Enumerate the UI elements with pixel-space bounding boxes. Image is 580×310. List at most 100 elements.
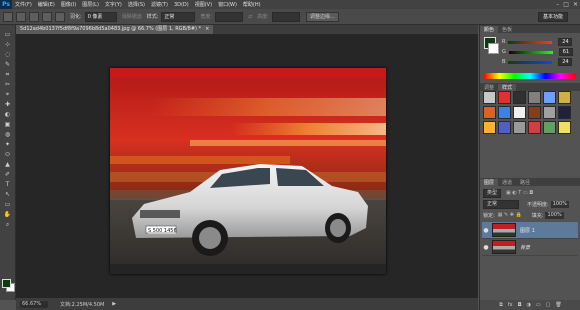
style-swatch[interactable] xyxy=(498,106,511,119)
green-slider[interactable]: G 61 xyxy=(502,48,576,56)
tab-adjustments[interactable]: 调整 xyxy=(480,84,498,91)
menu-3d[interactable]: 3D(D) xyxy=(171,2,192,8)
delete-icon[interactable]: 🗑 xyxy=(555,302,561,308)
link-icon[interactable]: ⧉ xyxy=(499,302,503,308)
style-swatch[interactable] xyxy=(483,91,496,104)
tab-styles[interactable]: 样式 xyxy=(498,83,517,91)
swap-icon[interactable]: ⇄ xyxy=(248,14,252,20)
height-input[interactable] xyxy=(271,11,300,22)
menu-type[interactable]: 文字(Y) xyxy=(102,1,125,8)
quick-select-tool-icon[interactable]: ✎ xyxy=(3,61,12,68)
healing-tool-icon[interactable]: ✚ xyxy=(3,101,12,108)
layer-row-layer1[interactable]: ● 图层 1 xyxy=(482,222,578,239)
blue-track[interactable] xyxy=(508,60,553,64)
green-track[interactable] xyxy=(508,50,553,54)
maximize-button[interactable]: □ xyxy=(563,1,569,8)
tab-channels[interactable]: 通道 xyxy=(498,179,516,186)
status-arrow-icon[interactable]: ▶ xyxy=(112,301,116,307)
marquee-tool-icon[interactable] xyxy=(3,11,13,22)
close-button[interactable]: ✕ xyxy=(573,1,578,8)
stamp-tool-icon[interactable]: ▣ xyxy=(3,121,12,128)
history-brush-tool-icon[interactable]: ◍ xyxy=(3,131,12,138)
blur-tool-icon[interactable]: ▲ xyxy=(3,161,12,168)
style-swatch[interactable] xyxy=(528,121,541,134)
layer-row-background[interactable]: ● 背景 xyxy=(482,239,578,256)
canvas-area[interactable]: S 500 1456 xyxy=(16,34,478,298)
green-value[interactable]: 61 xyxy=(558,48,573,56)
dodge-tool-icon[interactable]: ✐ xyxy=(3,171,12,178)
red-value[interactable]: 24 xyxy=(558,38,573,46)
layer-name[interactable]: 背景 xyxy=(520,244,530,251)
menu-file[interactable]: 文件(F) xyxy=(12,1,35,8)
menu-select[interactable]: 选择(S) xyxy=(125,1,148,8)
marquee-tool-icon[interactable]: ⊹ xyxy=(3,41,12,48)
workspace-select[interactable]: 基本功能 xyxy=(537,12,568,22)
slice-tool-icon[interactable]: ✂ xyxy=(3,81,12,88)
style-swatch[interactable] xyxy=(543,91,556,104)
red-track[interactable] xyxy=(508,40,553,44)
blend-mode-select[interactable]: 正常 xyxy=(483,199,519,209)
filter-icons[interactable]: ▣ ◐ T ▭ ◘ xyxy=(506,190,533,196)
add-selection-icon[interactable] xyxy=(29,11,39,22)
style-swatch[interactable] xyxy=(528,106,541,119)
mask-icon[interactable]: ◘ xyxy=(518,302,522,308)
tab-close-icon[interactable]: × xyxy=(205,25,209,34)
eye-icon[interactable]: ● xyxy=(482,227,490,234)
menu-image[interactable]: 图像(I) xyxy=(58,1,79,8)
move-tool-icon[interactable]: ▭ xyxy=(3,31,12,38)
red-slider[interactable]: R 24 xyxy=(502,38,576,46)
tab-layers[interactable]: 图层 xyxy=(480,178,499,186)
eyedropper-tool-icon[interactable]: ⌖ xyxy=(3,91,12,98)
opacity-input[interactable]: 100% xyxy=(550,200,569,208)
new-selection-icon[interactable] xyxy=(16,11,26,22)
style-swatch[interactable] xyxy=(558,106,571,119)
refine-edge-button[interactable]: 调整边缘... xyxy=(305,11,339,22)
style-swatch[interactable] xyxy=(513,121,526,134)
tab-color[interactable]: 颜色 xyxy=(480,25,499,33)
feather-input[interactable]: 0 像素 xyxy=(84,11,117,22)
style-swatch[interactable] xyxy=(513,91,526,104)
gradient-tool-icon[interactable]: ⬭ xyxy=(3,151,12,158)
style-swatch[interactable] xyxy=(543,121,556,134)
lasso-tool-icon[interactable]: ◌ xyxy=(3,51,12,58)
menu-view[interactable]: 视图(V) xyxy=(192,1,215,8)
tab-swatches[interactable]: 色板 xyxy=(498,26,516,33)
document-tab[interactable]: 5d12ad4b0137f5df8f9a7096b8d5a0483.jpg @ … xyxy=(16,25,214,34)
lock-icons[interactable]: ▦ ✎ ✚ 🔒 xyxy=(498,212,522,218)
style-swatch[interactable] xyxy=(528,91,541,104)
menu-edit[interactable]: 编辑(E) xyxy=(35,1,58,8)
layer-kind-filter[interactable]: 类型 xyxy=(483,188,502,198)
style-swatch[interactable] xyxy=(558,121,571,134)
document-image[interactable]: S 500 1456 xyxy=(110,68,386,274)
new-layer-icon[interactable]: ▢ xyxy=(546,302,551,308)
minimize-button[interactable]: – xyxy=(556,1,559,8)
brush-tool-icon[interactable]: ◐ xyxy=(3,111,12,118)
menu-window[interactable]: 窗口(W) xyxy=(215,1,240,8)
style-swatch[interactable] xyxy=(483,106,496,119)
style-swatch[interactable] xyxy=(558,91,571,104)
menu-filter[interactable]: 滤镜(T) xyxy=(148,1,171,8)
style-swatch[interactable] xyxy=(543,106,556,119)
layer-name[interactable]: 图层 1 xyxy=(520,227,535,234)
zoom-tool-icon[interactable]: ⌕ xyxy=(3,221,12,228)
style-swatch[interactable] xyxy=(498,91,511,104)
zoom-field[interactable]: 66.67% xyxy=(20,300,48,308)
adjustment-icon[interactable]: ◑ xyxy=(527,302,531,308)
path-select-tool-icon[interactable]: ↖ xyxy=(3,191,12,198)
crop-tool-icon[interactable]: ⌗ xyxy=(3,71,12,78)
style-swatch[interactable] xyxy=(483,121,496,134)
group-icon[interactable]: ▭ xyxy=(536,302,541,308)
menu-layer[interactable]: 图层(L) xyxy=(79,1,102,8)
shape-tool-icon[interactable]: ▭ xyxy=(3,201,12,208)
hand-tool-icon[interactable]: ✋ xyxy=(3,211,12,218)
antialias-checkbox[interactable]: 消除锯齿 xyxy=(122,13,142,20)
eye-icon[interactable]: ● xyxy=(482,244,490,251)
color-panel-background[interactable] xyxy=(488,43,499,54)
style-swatch[interactable] xyxy=(498,121,511,134)
fx-icon[interactable]: fx xyxy=(508,302,513,308)
intersect-selection-icon[interactable] xyxy=(55,11,65,22)
blue-value[interactable]: 24 xyxy=(558,58,573,66)
style-select[interactable]: 正常 xyxy=(161,11,196,22)
fill-input[interactable]: 100% xyxy=(545,211,564,219)
width-input[interactable] xyxy=(215,11,244,22)
